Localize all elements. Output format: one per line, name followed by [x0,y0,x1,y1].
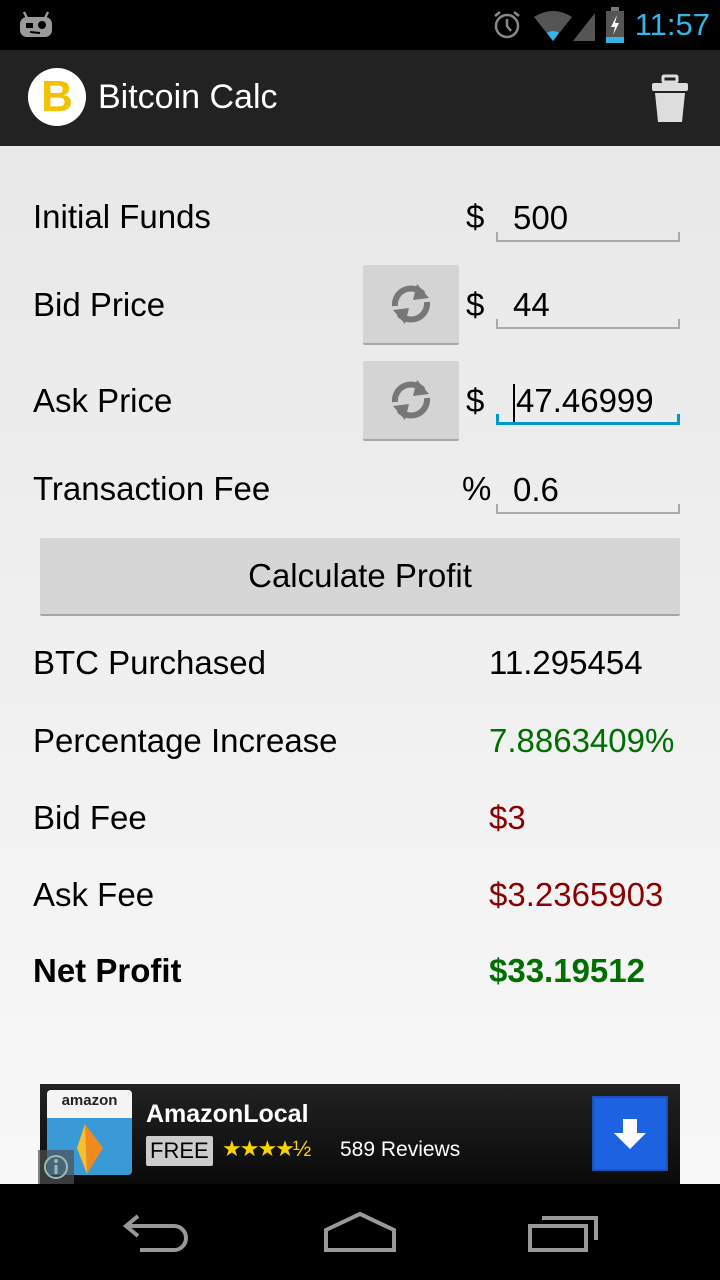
calculator-content: Initial Funds $ 500 Bid Price $ 44 Ask P… [0,146,720,1184]
bid-price-input[interactable]: 44 [496,283,680,329]
bid-price-currency: $ [466,286,485,323]
ad-title: AmazonLocal [146,1100,309,1128]
ask-fee-label: Ask Fee [33,876,155,913]
net-profit-value: $33.19512 [489,952,645,989]
percentage-increase-label: Percentage Increase [33,722,338,759]
transaction-fee-percent: % [462,470,492,507]
back-icon[interactable] [120,1208,200,1258]
navigation-bar [0,1184,720,1280]
alarm-icon [493,11,520,39]
ad-rating-stars: ★★★★½ [222,1136,311,1161]
initial-funds-input[interactable]: 500 [496,196,680,242]
initial-funds-currency: $ [466,198,485,235]
app-logo-letter: B [41,72,73,121]
cyanogenmod-icon [20,11,52,37]
ad-download-button[interactable] [592,1096,668,1171]
status-clock: 11:57 [634,7,710,42]
ask-price-label: Ask Price [33,382,173,419]
bid-fee-value: $3 [489,799,526,836]
btc-purchased-value: 11.295454 [489,644,643,681]
action-bar: B Bitcoin Calc [0,50,720,146]
calculate-profit-button[interactable]: Calculate Profit [40,538,680,616]
ask-fee-value: $3.2365903 [489,876,664,913]
refresh-icon [391,380,431,420]
bid-price-label: Bid Price [33,286,166,323]
amazon-brand: amazon [47,1090,132,1118]
ad-price-badge: FREE [146,1136,213,1166]
text-cursor [513,384,515,423]
ad-info-button[interactable] [38,1150,74,1184]
app-title: Bitcoin Calc [98,78,278,116]
bid-price-value: 44 [513,286,550,323]
ad-banner[interactable]: amazon AmazonLocal FREE ★★★★½ 589 Review… [38,1084,680,1184]
ask-price-value: 47.46999 [516,382,654,419]
info-icon [44,1155,68,1179]
ask-price-input[interactable]: 47.46999 [496,379,680,425]
net-profit-label: Net Profit [33,952,182,989]
ask-price-currency: $ [466,382,485,419]
refresh-bid-button[interactable] [363,265,459,345]
transaction-fee-label: Transaction Fee [33,470,271,507]
ad-reviews: 589 Reviews [340,1138,461,1161]
transaction-fee-value: 0.6 [513,471,559,508]
btc-purchased-label: BTC Purchased [33,644,266,681]
status-bar: 11:57 [0,0,720,50]
refresh-icon [391,284,431,324]
download-icon [614,1118,646,1149]
initial-funds-value: 500 [513,199,569,236]
percentage-increase-value: 7.8863409% [489,722,675,759]
transaction-fee-input[interactable]: 0.6 [496,468,680,514]
battery-charging-icon [605,7,624,43]
wifi-signal-icon [533,11,595,41]
refresh-ask-button[interactable] [363,361,459,441]
home-icon[interactable] [320,1208,400,1258]
initial-funds-label: Initial Funds [33,198,211,235]
bid-fee-label: Bid Fee [33,799,147,836]
app-logo-icon[interactable]: B [28,68,86,126]
trash-icon[interactable] [650,74,690,124]
recents-icon[interactable] [524,1208,604,1258]
